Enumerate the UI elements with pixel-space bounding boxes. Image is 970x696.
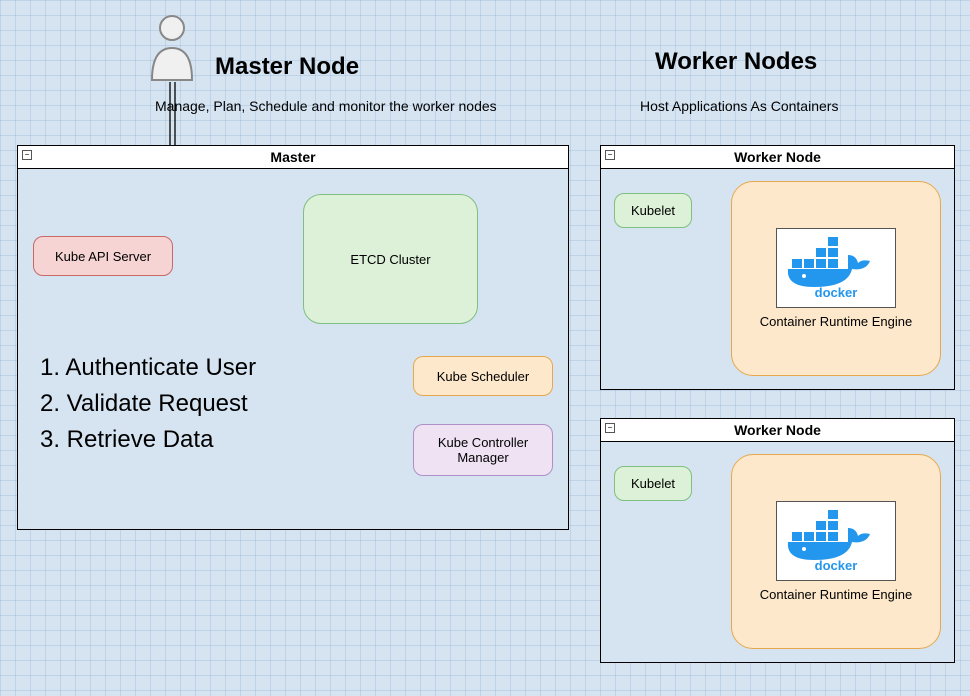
- kubelet-label-1: Kubelet: [631, 203, 675, 218]
- collapse-icon[interactable]: −: [22, 150, 32, 160]
- worker-panel-2-header: − Worker Node: [601, 419, 954, 442]
- kube-controller-manager-box: Kube Controller Manager: [413, 424, 553, 476]
- kubelet-label-2: Kubelet: [631, 476, 675, 491]
- master-panel-header: − Master: [18, 146, 568, 169]
- collapse-icon[interactable]: −: [605, 423, 615, 433]
- etcd-cluster-box: ETCD Cluster: [303, 194, 478, 324]
- collapse-icon[interactable]: −: [605, 150, 615, 160]
- master-node-subtitle: Manage, Plan, Schedule and monitor the w…: [155, 98, 497, 114]
- master-panel: − Master Kube API Server ETCD Cluster Ku…: [17, 145, 569, 530]
- worker-panel-2-title: Worker Node: [734, 422, 821, 438]
- kubelet-box-1: Kubelet: [614, 193, 692, 228]
- kube-scheduler-label: Kube Scheduler: [437, 369, 530, 384]
- kube-controller-label: Kube Controller Manager: [418, 435, 548, 465]
- docker-text-1: docker: [815, 285, 858, 299]
- kube-scheduler-box: Kube Scheduler: [413, 356, 553, 396]
- master-panel-title: Master: [270, 149, 315, 165]
- step-3: 3. Retrieve Data: [40, 422, 256, 458]
- worker-panel-1: − Worker Node Kubelet docker Container R…: [600, 145, 955, 390]
- api-server-steps: 1. Authenticate User 2. Validate Request…: [40, 350, 256, 458]
- container-runtime-box-2: docker Container Runtime Engine: [731, 454, 941, 649]
- etcd-label: ETCD Cluster: [350, 252, 430, 267]
- worker-panel-1-title: Worker Node: [734, 149, 821, 165]
- master-node-title: Master Node: [215, 53, 359, 81]
- runtime-label-2: Container Runtime Engine: [760, 587, 912, 602]
- worker-panel-2: − Worker Node Kubelet docker Container R…: [600, 418, 955, 663]
- worker-nodes-subtitle: Host Applications As Containers: [640, 98, 838, 114]
- step-1: 1. Authenticate User: [40, 350, 256, 386]
- kube-api-server-box: Kube API Server: [33, 236, 173, 276]
- docker-logo-2: docker: [776, 501, 896, 581]
- kubelet-box-2: Kubelet: [614, 466, 692, 501]
- docker-logo-1: docker: [776, 228, 896, 308]
- step-2: 2. Validate Request: [40, 386, 256, 422]
- worker-panel-1-header: − Worker Node: [601, 146, 954, 169]
- docker-text-2: docker: [815, 558, 858, 572]
- container-runtime-box-1: docker Container Runtime Engine: [731, 181, 941, 376]
- kube-api-server-label: Kube API Server: [55, 249, 151, 264]
- runtime-label-1: Container Runtime Engine: [760, 314, 912, 329]
- worker-nodes-title: Worker Nodes: [655, 48, 817, 76]
